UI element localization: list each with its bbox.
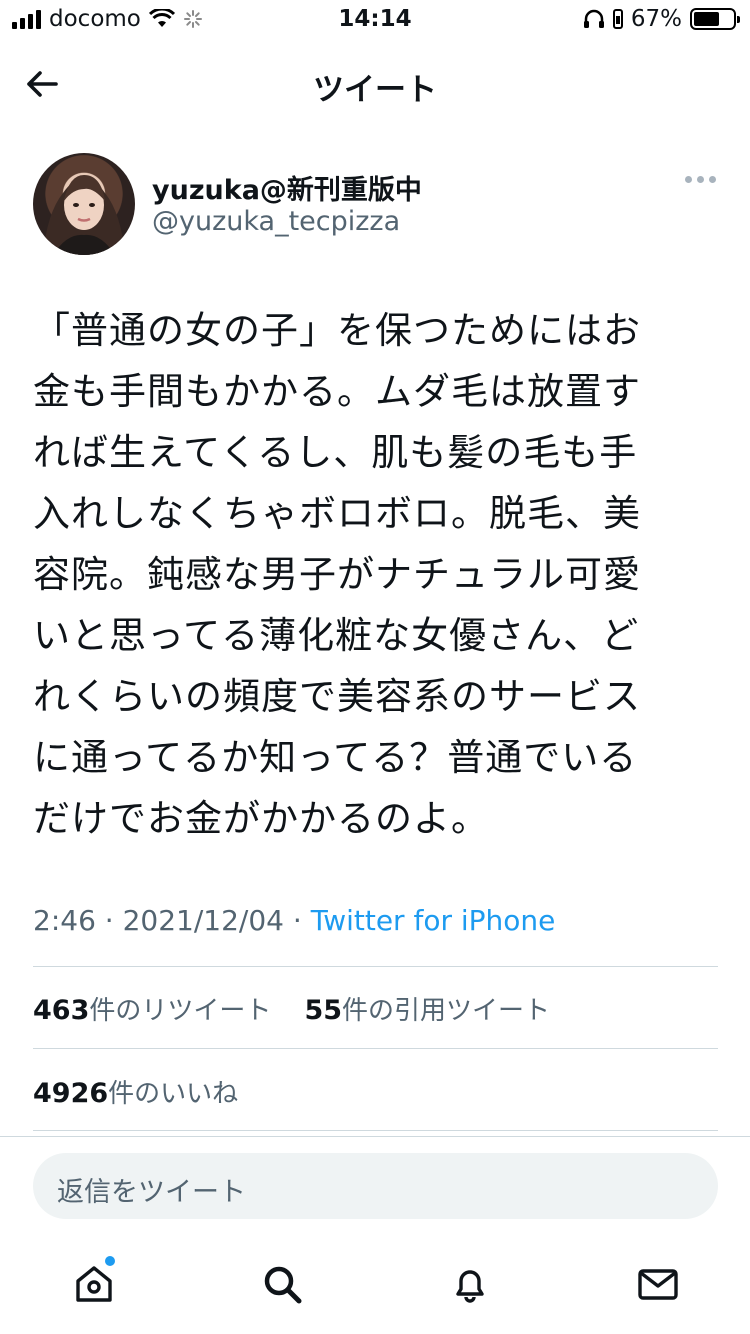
quotes-stat[interactable]: 55件の引用ツイート [304, 995, 551, 1026]
meta-separator: · [292, 904, 311, 937]
tweet-time: 2:46 [33, 904, 96, 937]
tweet-line: 「普通の女の子」を保つためにはお [33, 309, 641, 352]
messages-icon[interactable] [636, 1262, 680, 1306]
battery-percent: 67% [630, 6, 682, 32]
composer-divider [0, 1136, 750, 1137]
divider [33, 1048, 718, 1049]
likes-count: 4926 [33, 1078, 109, 1109]
retweets-label: 件のリツイート [89, 996, 272, 1026]
orientation-lock-icon [612, 9, 623, 29]
tweet-line: 容院。鈍感な男子がナチュラル可愛 [33, 553, 641, 596]
tab-bar [0, 1240, 750, 1334]
tweet-line: いと思ってる薄化粧な女優さん、ど [33, 614, 640, 657]
status-right: 67% [583, 6, 740, 32]
tweet-text: 「普通の女の子」を保つためにはお 金も手間もかかる。ムダ毛は放置す れば生えてく… [33, 300, 703, 849]
tweet-line: 金も手間もかかる。ムダ毛は放置す [33, 370, 641, 413]
divider [33, 966, 718, 967]
author-handle[interactable]: @yuzuka_tecpizza [152, 206, 400, 237]
more-options-icon[interactable] [685, 176, 716, 183]
avatar[interactable] [33, 153, 135, 255]
author-name[interactable]: yuzuka@新刊重版中 [152, 168, 422, 207]
home-notification-dot [105, 1256, 115, 1266]
battery-fill [694, 12, 719, 26]
notifications-icon[interactable] [448, 1262, 492, 1306]
headphones-icon [583, 9, 604, 28]
retweets-stat[interactable]: 463件のリツイート [33, 995, 272, 1026]
tweet-line: れば生えてくるし、肌も髪の毛も手 [33, 431, 638, 474]
quotes-label: 件の引用ツイート [342, 996, 551, 1026]
reply-input[interactable]: 返信をツイート [33, 1153, 718, 1219]
status-bar: docomo 14:14 67% [0, 0, 750, 40]
home-icon[interactable] [72, 1262, 116, 1306]
tweet-line: れくらいの頻度で美容系のサービス [33, 675, 641, 718]
divider [33, 1130, 718, 1131]
tweet-line: に通ってるか知ってる？普通でいる [33, 736, 638, 779]
retweet-stats-row: 463件のリツイート 55件の引用ツイート [33, 990, 550, 1027]
likes-stats-row[interactable]: 4926件のいいね [33, 1073, 238, 1110]
search-icon[interactable] [260, 1262, 304, 1306]
retweets-count: 463 [33, 995, 90, 1026]
tweet-source-link[interactable]: Twitter for iPhone [311, 904, 556, 937]
page-title: ツイート [313, 72, 437, 108]
meta-separator: · [104, 904, 123, 937]
likes-label: 件のいいね [108, 1079, 239, 1109]
tweet-line: 入れしなくちゃボロボロ。脱毛、美 [33, 492, 641, 535]
avatar-portrait [43, 175, 125, 255]
tweet-meta: 2:46 · 2021/12/04 · Twitter for iPhone [33, 904, 555, 937]
quotes-count: 55 [304, 995, 343, 1026]
tweet-date: 2021/12/04 [122, 904, 284, 937]
tweet-line: だけでお金がかかるのよ。 [33, 797, 489, 840]
battery-icon [690, 8, 740, 30]
reply-placeholder: 返信をツイート [57, 1177, 246, 1208]
nav-header: ツイート [0, 40, 750, 128]
